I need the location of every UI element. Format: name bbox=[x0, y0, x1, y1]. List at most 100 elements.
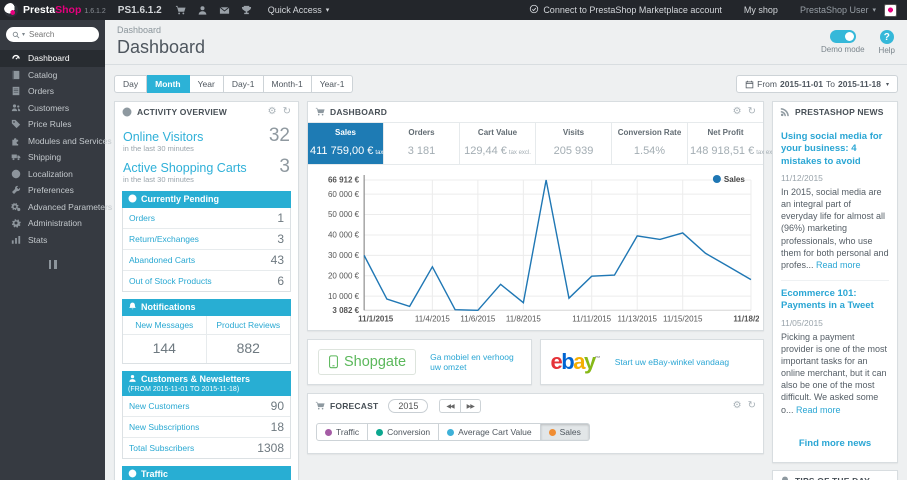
topbar: PrestaShop 1.6.1.2 PS1.6.1.2 Quick Access… bbox=[0, 0, 907, 20]
refresh-icon[interactable]: ↻ bbox=[283, 107, 291, 117]
kpi-visits[interactable]: Visits 205 939 bbox=[536, 123, 612, 164]
activity-row-link-new-subscriptions[interactable]: New Subscriptions bbox=[129, 422, 199, 432]
read-more-link[interactable]: Read more bbox=[796, 405, 841, 415]
search-input[interactable] bbox=[27, 29, 93, 40]
activity-row-link-new-customers[interactable]: New Customers bbox=[129, 401, 189, 411]
activity-row-link-total-subscribers[interactable]: Total Subscribers bbox=[129, 443, 194, 453]
activity-row-link-orders[interactable]: Orders bbox=[129, 213, 155, 223]
dashboard-panel: DASHBOARD ⚙ ↻ Sales 411 759,00 € tax excl. O… bbox=[307, 101, 778, 332]
caret-down-icon: ▾ bbox=[872, 7, 876, 14]
activity-row-link-out-of-stock-products[interactable]: Out of Stock Products bbox=[129, 276, 212, 286]
news-article: Ecommerce 101: Payments in a Tweet 11/05/… bbox=[781, 280, 889, 425]
refresh-icon[interactable]: ↻ bbox=[748, 401, 756, 411]
forecast-next-button[interactable]: ▶▶ bbox=[459, 399, 481, 414]
help-icon[interactable]: ? bbox=[879, 30, 894, 44]
news-article-title[interactable]: Using social media for your business: 4 … bbox=[781, 131, 889, 168]
prestashop-logo-icon[interactable] bbox=[4, 3, 18, 17]
sidebar-item-administration[interactable]: Administration bbox=[0, 215, 105, 232]
kpi-orders[interactable]: Orders 3 181 bbox=[384, 123, 460, 164]
sidebar-item-localization[interactable]: Localization bbox=[0, 166, 105, 183]
shopgate-logo: Shopgate bbox=[318, 349, 417, 376]
sidebar-item-orders[interactable]: Orders bbox=[0, 83, 105, 100]
shipping-icon bbox=[10, 152, 21, 162]
kpi-sales[interactable]: Sales 411 759,00 € tax excl. bbox=[308, 123, 397, 164]
stat-link-online-visitors[interactable]: Online Visitors bbox=[123, 130, 203, 144]
legend-toggle-average-cart-value[interactable]: Average Cart Value bbox=[439, 423, 541, 442]
customers-icon[interactable] bbox=[192, 5, 214, 16]
date-range-picker[interactable]: From 2015-11-01 To 2015-11-18 ▾ bbox=[736, 75, 898, 93]
gear-icon[interactable]: ⚙ bbox=[268, 107, 277, 117]
sidebar-item-label: Administration bbox=[28, 218, 82, 229]
sidebar-item-shipping[interactable]: Shipping bbox=[0, 149, 105, 166]
sidebar-item-preferences[interactable]: Preferences bbox=[0, 182, 105, 199]
envelope-icon[interactable] bbox=[214, 5, 236, 16]
range-button-day[interactable]: Day bbox=[114, 75, 148, 93]
sidebar-item-price-rules[interactable]: Price Rules bbox=[0, 116, 105, 133]
range-button-month[interactable]: Month bbox=[147, 75, 190, 93]
activity-row-link-abandoned-carts[interactable]: Abandoned Carts bbox=[129, 255, 195, 265]
sidebar-item-customers[interactable]: Customers bbox=[0, 100, 105, 117]
legend-toggle-traffic[interactable]: Traffic bbox=[316, 423, 369, 442]
legend-toggle-sales[interactable]: Sales bbox=[540, 423, 590, 442]
stat-subtitle: in the last 30 minutes bbox=[123, 175, 194, 184]
activity-row-value: 3 bbox=[277, 232, 284, 246]
kpi-net-profit[interactable]: Net Profit 148 918,51 € tax excl. bbox=[688, 123, 778, 164]
sidebar-collapse-button[interactable] bbox=[48, 260, 57, 269]
gear-icon[interactable]: ⚙ bbox=[733, 401, 742, 411]
page-title: Dashboard bbox=[117, 37, 206, 57]
search-icon bbox=[12, 31, 20, 39]
trophy-icon[interactable] bbox=[236, 5, 258, 16]
stats-icon bbox=[10, 235, 21, 245]
kpi-cart-value[interactable]: Cart Value 129,44 € tax excl. bbox=[460, 123, 536, 164]
section-header-customers-newsletters: Customers & Newsletters (FROM 2015-11-01 … bbox=[122, 371, 291, 396]
news-article-title[interactable]: Ecommerce 101: Payments in a Tweet bbox=[781, 288, 889, 313]
page-header: Dashboard Dashboard Demo mode ? Help bbox=[105, 20, 907, 65]
section-title: Notifications bbox=[141, 302, 196, 312]
my-shop-link[interactable]: My shop bbox=[744, 5, 778, 15]
svg-text:11/1/2015: 11/1/2015 bbox=[358, 314, 394, 323]
range-button-year[interactable]: Year bbox=[189, 75, 224, 93]
cart-icon[interactable] bbox=[170, 5, 192, 16]
sidebar-item-catalog[interactable]: Catalog bbox=[0, 67, 105, 84]
forecast-year-selector[interactable]: 2015 bbox=[388, 399, 429, 414]
user-menu[interactable]: PrestaShop User ▾ bbox=[800, 3, 897, 17]
panel-title: PRESTASHOP NEWS bbox=[795, 107, 884, 117]
activity-row: Abandoned Carts 43 bbox=[123, 250, 290, 271]
svg-text:40 000 €: 40 000 € bbox=[328, 231, 360, 240]
ebay-link[interactable]: Start uw eBay-winkel vandaag bbox=[615, 357, 729, 367]
shopgate-link[interactable]: Ga mobiel en verhoog uw omzet bbox=[430, 352, 520, 372]
svg-text:50 000 €: 50 000 € bbox=[328, 210, 360, 219]
brand-wordmark[interactable]: PrestaShop 1.6.1.2 bbox=[23, 4, 106, 16]
news-article: Using social media for your business: 4 … bbox=[781, 124, 889, 280]
sidebar-search[interactable]: ▾ bbox=[6, 27, 99, 42]
activity-row-link-return-exchanges[interactable]: Return/Exchanges bbox=[129, 234, 199, 244]
range-button-month-1[interactable]: Month-1 bbox=[263, 75, 312, 93]
demo-mode-toggle[interactable] bbox=[829, 30, 856, 43]
forecast-panel: FORECAST 2015 ◀◀ ▶▶ ⚙ ↻ Traffic Conversion… bbox=[307, 393, 764, 455]
notification-link-product-reviews[interactable]: Product Reviews bbox=[206, 316, 290, 335]
svg-text:11/4/2015: 11/4/2015 bbox=[415, 314, 451, 323]
forecast-prev-button[interactable]: ◀◀ bbox=[439, 399, 460, 414]
gear-icon[interactable]: ⚙ bbox=[733, 107, 742, 117]
sidebar-item-dashboard[interactable]: Dashboard bbox=[0, 50, 105, 67]
kpi-conversion-rate[interactable]: Conversion Rate 1.54% bbox=[612, 123, 688, 164]
sidebar-item-stats[interactable]: Stats bbox=[0, 232, 105, 249]
sidebar-item-advanced-parameters[interactable]: Advanced Parameters bbox=[0, 199, 112, 216]
kpi-suffix: tax excl. bbox=[508, 150, 531, 156]
svg-text:11/15/2015: 11/15/2015 bbox=[663, 314, 703, 323]
read-more-link[interactable]: Read more bbox=[816, 260, 861, 270]
sidebar-item-label: Advanced Parameters bbox=[28, 201, 113, 212]
preferences-icon bbox=[10, 185, 21, 195]
marketplace-link[interactable]: Connect to PrestaShop Marketplace accoun… bbox=[529, 4, 722, 16]
notification-link-new-messages[interactable]: New Messages bbox=[123, 316, 207, 335]
find-more-news-link[interactable]: Find more news bbox=[799, 438, 871, 449]
stat-link-active-shopping-carts[interactable]: Active Shopping Carts bbox=[123, 161, 247, 175]
quick-access-menu[interactable]: Quick Access ▾ bbox=[268, 5, 330, 15]
prestashop-admin-dashboard: PrestaShop 1.6.1.2 PS1.6.1.2 Quick Access… bbox=[0, 0, 907, 480]
legend-toggle-conversion[interactable]: Conversion bbox=[368, 423, 440, 442]
refresh-icon[interactable]: ↻ bbox=[748, 107, 756, 117]
sidebar-item-modules-and-services[interactable]: Modules and Services bbox=[0, 133, 112, 150]
range-button-year-1[interactable]: Year-1 bbox=[311, 75, 354, 93]
notification-value: 144 bbox=[123, 335, 207, 363]
range-button-day-1[interactable]: Day-1 bbox=[223, 75, 264, 93]
